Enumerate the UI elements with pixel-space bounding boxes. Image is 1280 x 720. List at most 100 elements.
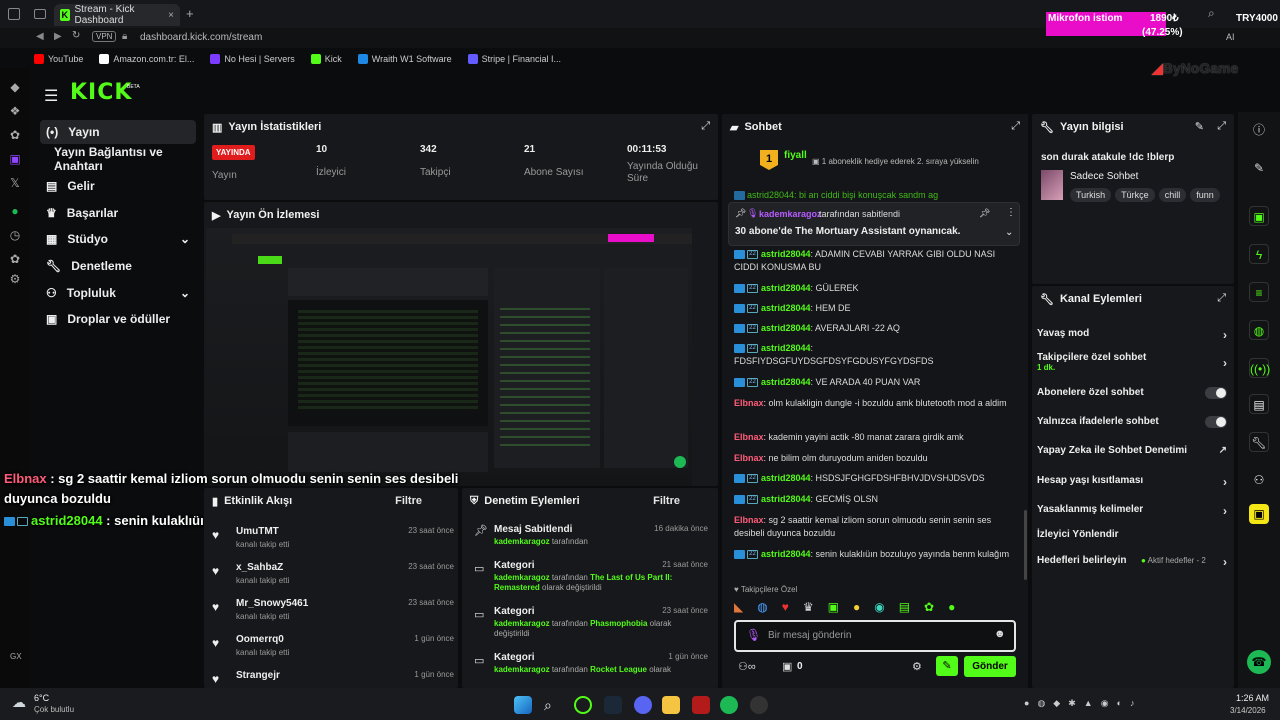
spotify-icon[interactable] (720, 696, 738, 714)
tray-icon[interactable]: ◍ (1037, 698, 1045, 710)
chat-username[interactable]: astrid28044 (761, 549, 811, 559)
chat-username[interactable]: astrid28044 (761, 323, 811, 333)
tabs-icon[interactable] (34, 9, 46, 19)
community-icon[interactable]: ⚇ (1249, 470, 1269, 490)
chat-username[interactable]: astrid28044 (761, 494, 811, 504)
chat-username[interactable]: Elbnax (734, 398, 764, 408)
sidebar-app-icon[interactable]: ◷ (8, 228, 22, 242)
chat-username[interactable]: astrid28044 (761, 473, 811, 483)
subs-only-toggle[interactable] (1205, 387, 1227, 399)
emote-icon[interactable]: ● (853, 600, 860, 616)
twitch-icon[interactable]: ▣ (8, 152, 22, 166)
back-icon[interactable]: ◀ (36, 31, 44, 42)
tab-kick-dashboard[interactable]: K Stream - Kick Dashboard × (54, 4, 180, 26)
tray-icon[interactable]: ◐ (1117, 698, 1122, 710)
emote-icon[interactable]: ▣ (828, 600, 839, 616)
edit-icon[interactable]: ✎ (1195, 120, 1204, 133)
expand-icon[interactable]: ⤢ (1217, 120, 1226, 133)
sidebar-item-stream-key[interactable]: Yayın Bağlantısı ve Anahtarı (40, 145, 196, 173)
list-icon[interactable]: ≡ (1249, 282, 1269, 302)
emote-icon[interactable]: ◣ (734, 600, 743, 616)
reload-icon[interactable]: ↻ (72, 30, 80, 41)
sidebar-app-icon[interactable]: ✿ (8, 128, 22, 142)
filter-button[interactable]: Filtre (653, 495, 680, 507)
x-icon[interactable]: 𝕏 (8, 176, 22, 190)
expand-icon[interactable]: ⤢ (1217, 292, 1226, 305)
info-icon[interactable]: ⓘ (1249, 120, 1269, 140)
search-icon[interactable]: ⌕ (1208, 6, 1215, 21)
bookmark-nohesi[interactable]: No Hesi | Servers (210, 54, 295, 64)
settings-icon[interactable]: ⚙ (8, 272, 22, 286)
sidebar-item-studyo[interactable]: ▦ Stüdyo ⌄ (40, 227, 196, 251)
weather-icon[interactable]: ☁ (12, 694, 26, 711)
community-icon[interactable]: ⚇∞ (738, 660, 756, 673)
chat-username[interactable]: Elbnax (734, 453, 764, 463)
new-tab-icon[interactable]: + (186, 6, 194, 21)
url-field[interactable]: dashboard.kick.com/stream (140, 32, 262, 43)
quick-emote-button[interactable]: ✎ (936, 656, 958, 676)
broadcast-icon[interactable]: ((•)) (1249, 358, 1270, 378)
bookmark-kick[interactable]: Kick (310, 54, 342, 64)
emote-icon[interactable]: ▤ (899, 600, 910, 616)
bookmark-youtube[interactable]: YouTube (34, 54, 83, 64)
pinned-by-user[interactable]: kademkaragoz (759, 209, 822, 219)
tag-chip[interactable]: chill (1158, 188, 1187, 202)
sidebar-app-icon[interactable]: ❖ (8, 104, 22, 118)
chat-username[interactable]: astrid28044 (761, 249, 811, 259)
filter-button[interactable]: Filtre (395, 495, 422, 507)
tag-chip[interactable]: funn (1190, 188, 1220, 202)
sidebar-item-gelir[interactable]: ▤ Gelir (40, 174, 196, 198)
tray-icon[interactable]: ● (1024, 698, 1029, 710)
chat-username[interactable]: astrid28044 (761, 377, 811, 387)
browser-app-icon[interactable] (574, 696, 592, 714)
steam-icon[interactable] (604, 696, 622, 714)
search-icon[interactable]: ⌕ (544, 696, 562, 714)
action-raid[interactable]: İzleyici Yönlendir (1037, 529, 1227, 540)
start-icon[interactable] (514, 696, 532, 714)
mod-user[interactable]: kademkaragoz (494, 619, 550, 628)
edit-icon[interactable]: ✎ (1249, 158, 1269, 178)
clock-date[interactable]: 3/14/2026 (1230, 706, 1266, 715)
tag-chip[interactable]: Türkçe (1115, 188, 1155, 202)
screenshot-icon[interactable]: ▣ (1249, 206, 1269, 226)
action-account-age[interactable]: Hesap yaşı kısıtlaması › (1037, 475, 1227, 489)
emote-icon[interactable]: ◍ (757, 600, 767, 616)
sidebar-app-icon[interactable]: ✿ (8, 252, 22, 266)
points-icon[interactable]: ▣ (782, 660, 792, 673)
emote-icon[interactable]: ✿ (924, 600, 934, 616)
chat-scrollbar[interactable] (1024, 510, 1027, 580)
chat-username[interactable]: Elbnax (734, 515, 764, 525)
bookmark-amazon[interactable]: Amazon.com.tr: El... (99, 54, 194, 64)
folder-icon[interactable] (662, 696, 680, 714)
wrench-icon[interactable]: 🔧︎ (1249, 432, 1269, 452)
send-button[interactable]: Gönder (964, 656, 1016, 677)
action-followers-only[interactable]: Takipçilere özel sohbet 1 dk. › (1037, 352, 1227, 372)
chat-username[interactable]: Elbnax (734, 432, 764, 442)
tray-icon[interactable]: ◉ (1101, 698, 1109, 710)
mod-user[interactable]: kademkaragoz (494, 573, 550, 582)
category-thumbnail[interactable] (1041, 170, 1063, 200)
expand-icon[interactable]: ⤢ (701, 120, 710, 133)
expand-icon[interactable]: ⤢ (1011, 120, 1020, 133)
sidebar-app-icon[interactable]: ◆ (8, 80, 22, 94)
sidebar-item-yayin[interactable]: (•) Yayın (40, 120, 196, 144)
chat-input[interactable]: 🎙︎ Bir mesaj gönderin ☻ (734, 620, 1016, 652)
spotify-icon[interactable]: ● (8, 204, 22, 218)
ai-icon[interactable]: AI (1226, 32, 1235, 42)
close-tab-icon[interactable]: × (168, 10, 174, 21)
sidebar-item-droplar[interactable]: ▣ Droplar ve ödüller (40, 307, 196, 331)
forward-icon[interactable]: ▶ (54, 31, 62, 42)
vpn-badge[interactable]: VPN (92, 31, 117, 42)
bookmark-stripe[interactable]: Stripe | Financial I... (467, 54, 561, 64)
mod-user[interactable]: kademkaragoz (494, 665, 550, 674)
emote-icon[interactable]: ♛ (803, 600, 814, 616)
gift-icon[interactable]: ▣ (1249, 504, 1269, 524)
chat-bubble-icon[interactable]: ◍ (1249, 320, 1269, 340)
chat-username[interactable]: astrid28044 (761, 303, 811, 313)
sidebar-item-denetleme[interactable]: 🔧︎ Denetleme (40, 254, 196, 278)
lightning-icon[interactable]: ϟ (1249, 244, 1269, 264)
discord-icon[interactable] (634, 696, 652, 714)
tray-icon[interactable]: ◆ (1053, 698, 1060, 710)
action-slow-mode[interactable]: Yavaş mod › (1037, 328, 1227, 342)
action-ai-moderation[interactable]: Yapay Zeka ile Sohbet Denetimi ↗ (1037, 445, 1227, 456)
